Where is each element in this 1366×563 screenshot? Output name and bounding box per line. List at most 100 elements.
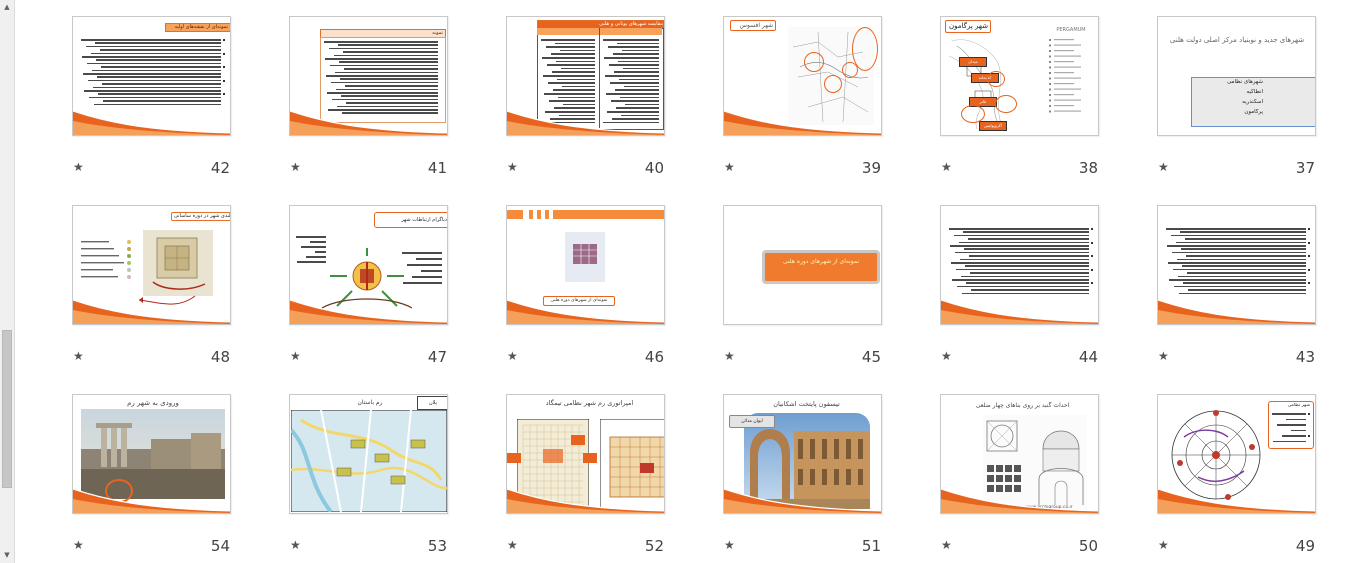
bullet-icon (1308, 435, 1310, 437)
slide-cell[interactable]: شهر افسوس ★ 39 (666, 0, 883, 185)
list-item: اسکندریه (1242, 99, 1263, 105)
text-line (89, 96, 221, 99)
text-line (561, 67, 595, 70)
slide-cell[interactable]: ساختار کالبدی شهر در دوره ساسانی ★ 48 (15, 189, 232, 374)
slide-thumbnail[interactable]: تیسفون پایتخت اشکانیان ایوان مدائن (723, 394, 882, 514)
text-line (1272, 413, 1306, 415)
slide-transition-star-icon[interactable]: ★ (507, 349, 518, 363)
slide-cell[interactable]: ★ 44 (883, 189, 1100, 374)
text-line (1178, 275, 1306, 278)
slide-cell[interactable]: رم باستان پلان ★ 53 (232, 378, 449, 563)
slide-transition-star-icon[interactable]: ★ (73, 160, 84, 174)
slide-thumbnail[interactable]: نمونه (289, 16, 448, 136)
slide-thumbnail[interactable]: امپراتوری رم شهر نظامی تیمگاد (506, 394, 665, 514)
text-line (103, 100, 221, 102)
slide-cell[interactable]: نمونه‌ای از نقشه‌های اولیه ★ 42 (15, 0, 232, 185)
slide-transition-star-icon[interactable]: ★ (724, 349, 735, 363)
text-line (608, 46, 659, 48)
slide-cell[interactable]: شهر نظامی ★ 49 (1100, 378, 1317, 563)
slide-thumbnail[interactable]: دیاگرام ارتباطات شهر (289, 205, 448, 325)
slide-transition-star-icon[interactable]: ★ (724, 160, 735, 174)
text-line (412, 276, 442, 278)
slide-thumbnail[interactable] (940, 205, 1099, 325)
scroll-up-arrow-icon[interactable]: ▲ (3, 2, 11, 12)
highlight-circle (961, 105, 985, 123)
slide-transition-star-icon[interactable]: ★ (290, 349, 301, 363)
slide-thumbnail[interactable]: مقایسه شهرهای یونانی و هلنی (506, 16, 665, 136)
slide-cell[interactable]: مقایسه شهرهای یونانی و هلنی ★ 40 (449, 0, 666, 185)
bullet-icon (1091, 268, 1093, 271)
text-line (1171, 234, 1306, 237)
slide-transition-star-icon[interactable]: ★ (724, 538, 735, 552)
scroll-thumb[interactable] (2, 330, 12, 488)
slide-thumbnail[interactable]: نمونه‌ای از شهرهای دوره هلنی (506, 205, 665, 325)
slide-transition-star-icon[interactable]: ★ (1158, 160, 1169, 174)
text-line (335, 71, 438, 74)
slide-transition-star-icon[interactable]: ★ (290, 538, 301, 552)
text-line (403, 282, 442, 284)
vertical-scrollbar[interactable]: ▲ ▼ (0, 0, 15, 563)
slide-cell[interactable]: دیاگرام ارتباطات شهر ★ 47 (232, 189, 449, 374)
map-label-box: میدان (959, 57, 987, 67)
slide-cell[interactable]: نمونه ★ 41 (232, 0, 449, 185)
slide-cell[interactable]: نمونه‌ای از شهرهای دوره هلنی ★ 45 (666, 189, 883, 374)
slide-transition-star-icon[interactable]: ★ (290, 160, 301, 174)
slide-cell[interactable]: نمونه‌ای از شهرهای دوره هلنی ★ 46 (449, 189, 666, 374)
bullet-icon (223, 52, 225, 55)
slide-thumbnail[interactable]: شهرهای جدید و نوبنیاد مرکز اصلی دولت هلن… (1157, 16, 1316, 136)
highlight-circle (824, 75, 842, 93)
text-line (553, 89, 595, 91)
slide-thumbnail[interactable]: نمونه‌ای از نقشه‌های اولیه (72, 16, 231, 136)
bullet-icon (1308, 413, 1310, 415)
slide-thumbnail[interactable]: ساختار کالبدی شهر در دوره ساسانی (72, 205, 231, 325)
text-line (547, 64, 595, 66)
slide-number: 41 (427, 159, 447, 177)
plan-label-box (571, 435, 585, 445)
highlight-circle (804, 52, 824, 72)
slide-thumbnail[interactable]: احداث گنبد بر روی بناهای چهار ضلعی www.ar… (940, 394, 1099, 514)
slide-cell[interactable]: شهرهای جدید و نوبنیاد مرکز اصلی دولت هلن… (1100, 0, 1317, 185)
slide-cell[interactable]: ورودی به شهر رم ★ 54 (15, 378, 232, 563)
slide-cell[interactable]: ★ 43 (1100, 189, 1317, 374)
slide-transition-star-icon[interactable]: ★ (73, 538, 84, 552)
text-line (965, 265, 1089, 267)
slide-cell[interactable]: شهر پرگامون PERGAMUM میدان کتابخانه تئاتر آکر… (883, 0, 1100, 185)
slide-thumbnail[interactable]: ورودی به شهر رم (72, 394, 231, 514)
callout-box: نمونه‌ای از شهرهای دوره هلنی (762, 250, 880, 284)
slide-thumbnail[interactable]: شهر پرگامون PERGAMUM میدان کتابخانه تئاتر آکر… (940, 16, 1099, 136)
text-line (325, 58, 438, 60)
slide-cell[interactable]: تیسفون پایتخت اشکانیان ایوان مدائن ★ 51 (666, 378, 883, 563)
text-line (959, 241, 1089, 244)
scroll-down-arrow-icon[interactable]: ▼ (3, 550, 11, 560)
slide-transition-star-icon[interactable]: ★ (507, 160, 518, 174)
text-line (613, 53, 659, 55)
slide-transition-star-icon[interactable]: ★ (941, 538, 952, 552)
slide-cell[interactable]: امپراتوری رم شهر نظامی تیمگاد ★ 52 (449, 378, 666, 563)
slide-transition-star-icon[interactable]: ★ (1158, 538, 1169, 552)
slide-sorter-grid: نمونه‌ای از نقشه‌های اولیه ★ 42 نمونه ★ 41 مقا… (15, 0, 1366, 563)
slide-transition-star-icon[interactable]: ★ (73, 349, 84, 363)
slide-title: تیسفون پایتخت اشکانیان (773, 400, 840, 408)
text-line (555, 42, 595, 45)
text-line (961, 275, 1089, 278)
bullet-icon (1308, 241, 1310, 244)
text-line (92, 69, 221, 72)
plan-label-box (507, 453, 521, 463)
bullet-icon (1091, 282, 1093, 285)
slide-thumbnail[interactable] (1157, 205, 1316, 325)
text-line (546, 46, 595, 48)
slide-thumbnail[interactable]: رم باستان پلان (289, 394, 448, 514)
slide-cell[interactable]: احداث گنبد بر روی بناهای چهار ضلعی www.ar… (883, 378, 1100, 563)
slide-title: نمونه‌ای از نقشه‌های اولیه (165, 23, 230, 32)
slide-thumbnail[interactable]: نمونه‌ای از شهرهای دوره هلنی (723, 205, 882, 325)
text-line (549, 100, 595, 102)
list-item: انطاکیه (1246, 89, 1263, 95)
slide-transition-star-icon[interactable]: ★ (507, 538, 518, 552)
bullet-icon (223, 79, 225, 82)
slide-thumbnail[interactable]: شهر نظامی (1157, 394, 1316, 514)
slide-transition-star-icon[interactable]: ★ (941, 349, 952, 363)
slide-thumbnail[interactable]: شهر افسوس (723, 16, 882, 136)
slide-transition-star-icon[interactable]: ★ (941, 160, 952, 174)
text-line (1282, 435, 1306, 437)
slide-transition-star-icon[interactable]: ★ (1158, 349, 1169, 363)
